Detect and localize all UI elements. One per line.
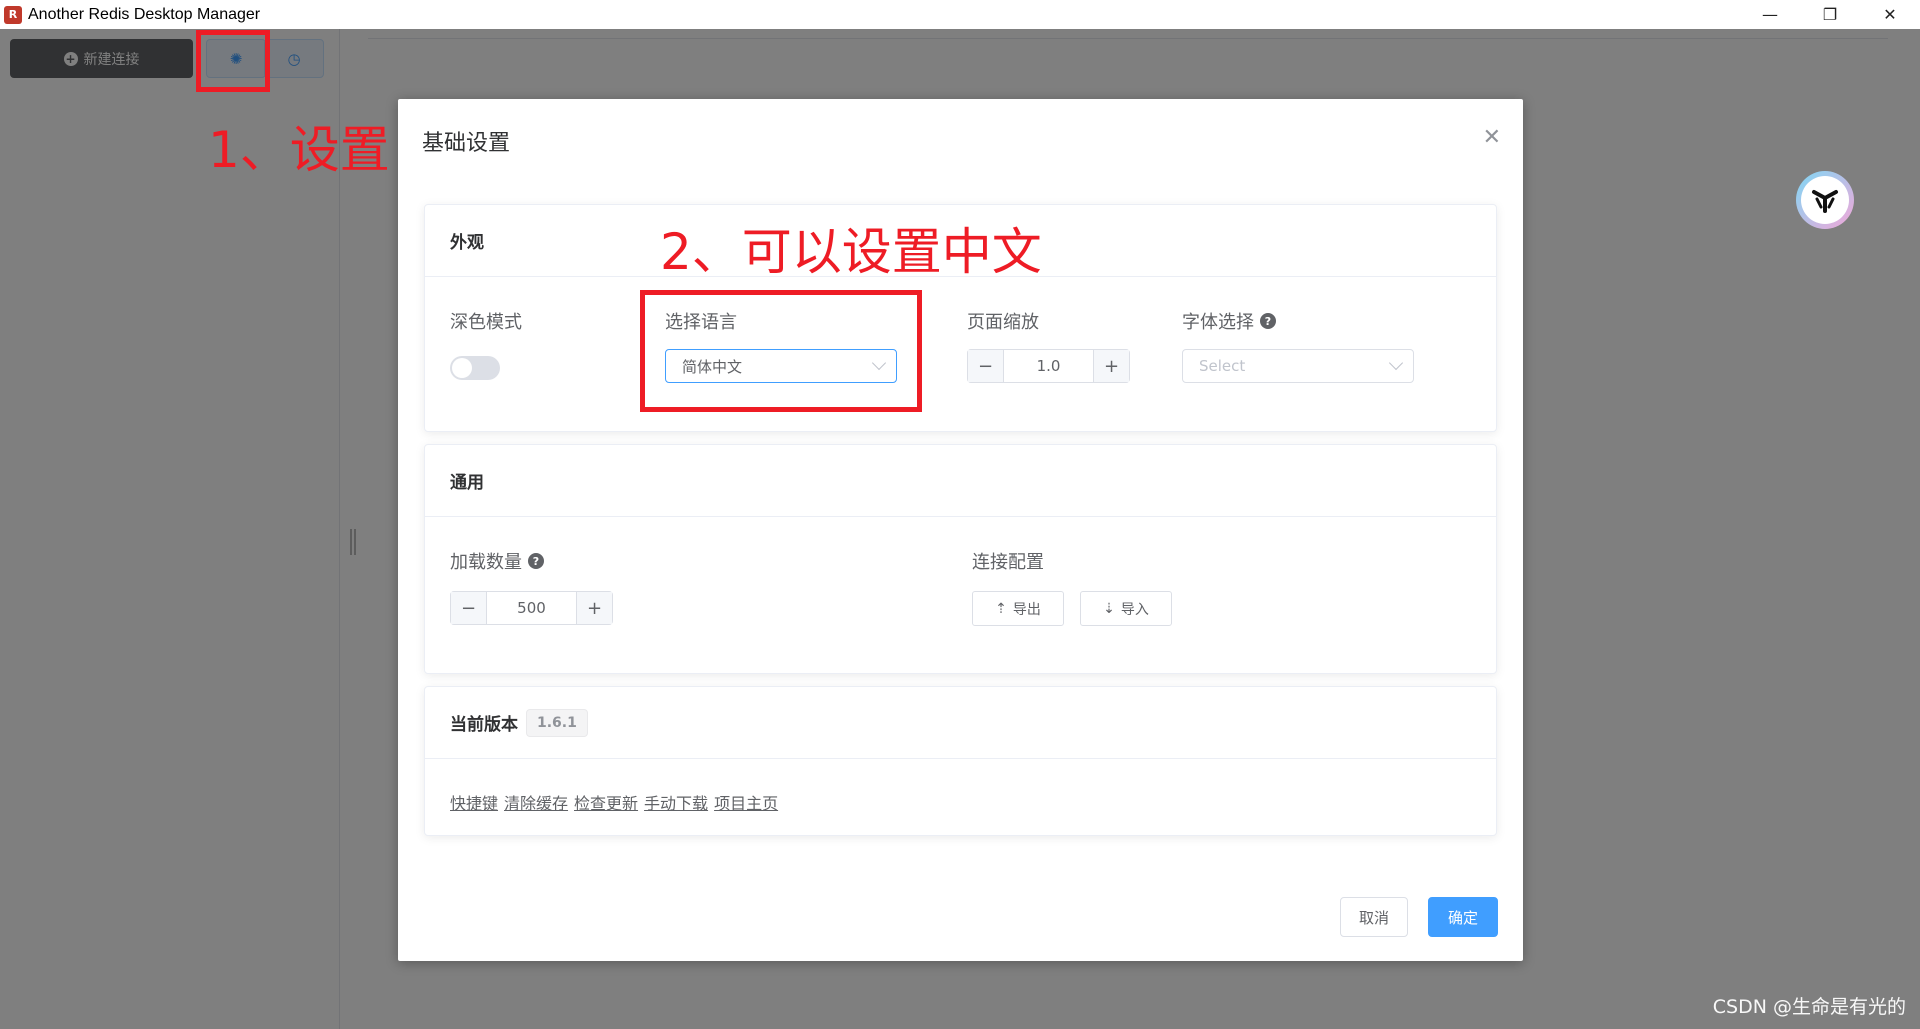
zoom-increase-button[interactable]: + — [1093, 350, 1129, 382]
annotation-step2: 2、可以设置中文 — [660, 223, 1042, 281]
zoom-value[interactable]: 1.0 — [1004, 350, 1093, 382]
connection-config-label-text: 连接配置 — [972, 552, 1044, 573]
app-logo-icon: R — [4, 5, 22, 24]
version-header-text: 当前版本 — [450, 715, 518, 735]
title-bar: R Another Redis Desktop Manager — ❐ ✕ — [0, 0, 1920, 29]
dark-mode-label: 深色模式 — [450, 308, 522, 334]
check-update-link[interactable]: 检查更新 — [574, 794, 638, 813]
load-count-stepper[interactable]: − 500 + — [450, 591, 613, 625]
cancel-button[interactable]: 取消 — [1340, 897, 1408, 937]
confirm-button[interactable]: 确定 — [1428, 897, 1498, 937]
version-card: 当前版本 1.6.1 快捷键 清除缓存 检查更新 手动下载 项目主页 — [424, 686, 1497, 836]
close-icon[interactable]: ✕ — [1483, 125, 1501, 150]
dark-mode-label-text: 深色模式 — [450, 312, 522, 333]
font-select-placeholder: Select — [1199, 357, 1246, 375]
export-button[interactable]: ⇡ 导出 — [972, 591, 1064, 626]
minimize-button[interactable]: — — [1740, 0, 1800, 29]
version-tag: 1.6.1 — [526, 708, 588, 737]
watermark: CSDN @生命是有光的 — [1712, 996, 1906, 1018]
zoom-label-text: 页面缩放 — [967, 312, 1039, 333]
zoom-stepper[interactable]: − 1.0 + — [967, 349, 1130, 383]
load-count-label-text: 加载数量 — [450, 552, 522, 573]
zoom-label: 页面缩放 — [967, 308, 1039, 334]
annotation-box-language — [640, 290, 922, 412]
question-icon[interactable]: ? — [1260, 313, 1276, 329]
upload-icon: ⇡ — [995, 600, 1007, 617]
window-controls: — ❐ ✕ — [1740, 0, 1920, 29]
question-icon[interactable]: ? — [528, 553, 544, 569]
connection-config-label: 连接配置 — [972, 548, 1044, 574]
shortcuts-link[interactable]: 快捷键 — [450, 794, 498, 813]
general-header: 通用 — [425, 445, 1496, 517]
annotation-step1: 1、设置 — [208, 121, 390, 179]
floating-assistant-widget[interactable] — [1796, 171, 1854, 229]
dark-mode-switch[interactable] — [450, 356, 500, 380]
version-links: 快捷键 清除缓存 检查更新 手动下载 项目主页 — [450, 790, 784, 814]
window-title: Another Redis Desktop Manager — [28, 5, 261, 23]
maximize-button[interactable]: ❐ — [1800, 0, 1860, 29]
close-window-button[interactable]: ✕ — [1860, 0, 1920, 29]
project-home-link[interactable]: 项目主页 — [714, 794, 778, 813]
load-count-label: 加载数量 ? — [450, 548, 544, 574]
manual-download-link[interactable]: 手动下载 — [644, 794, 708, 813]
font-label: 字体选择 ? — [1182, 308, 1276, 334]
font-label-text: 字体选择 — [1182, 312, 1254, 333]
annotation-box-settings — [196, 30, 270, 92]
dialog-title: 基础设置 — [422, 131, 511, 156]
switch-knob — [452, 358, 472, 378]
clear-cache-link[interactable]: 清除缓存 — [504, 794, 568, 813]
general-card: 通用 加载数量 ? − 500 + 连接配置 ⇡ 导出 ⇣ 导入 — [424, 444, 1497, 674]
download-icon: ⇣ — [1103, 600, 1115, 617]
load-count-value[interactable]: 500 — [487, 592, 576, 624]
load-count-decrease-button[interactable]: − — [451, 592, 487, 624]
version-header: 当前版本 1.6.1 — [425, 687, 1496, 759]
import-button[interactable]: ⇣ 导入 — [1080, 591, 1172, 626]
import-label: 导入 — [1120, 601, 1149, 618]
chevron-down-icon — [1388, 355, 1404, 371]
font-select[interactable]: Select — [1182, 349, 1414, 383]
export-label: 导出 — [1012, 601, 1041, 618]
zoom-decrease-button[interactable]: − — [968, 350, 1004, 382]
load-count-increase-button[interactable]: + — [576, 592, 612, 624]
assistant-logo-icon — [1801, 176, 1849, 224]
